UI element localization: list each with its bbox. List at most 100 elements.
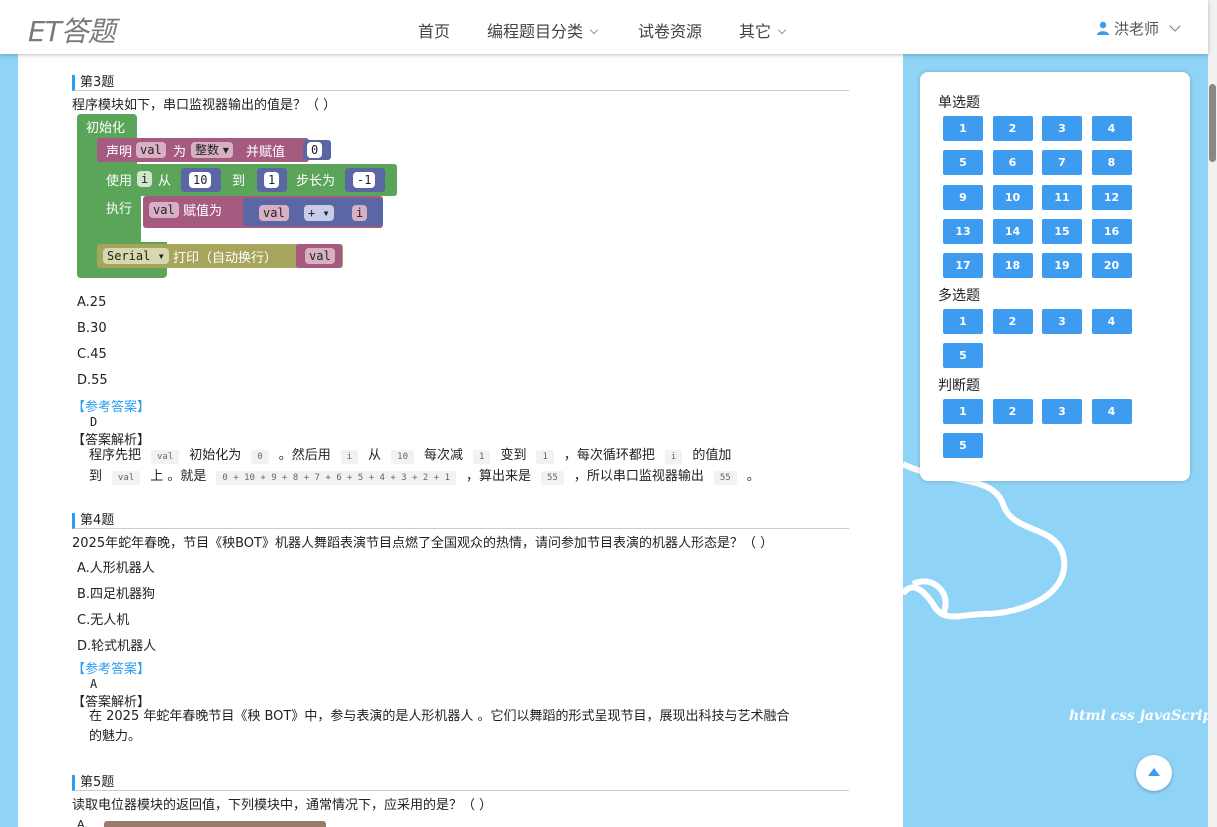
q4-explanation: 在 2025 年蛇年春晚节目《秧 BOT》中，参与表演的是人形机器人 。它们以舞…: [89, 707, 849, 747]
block-step-value: -1: [353, 172, 376, 188]
question-5-title: 第5题: [72, 775, 849, 791]
user-menu[interactable]: 洪老师: [1096, 18, 1181, 39]
block-type-select[interactable]: 整数 ▾: [191, 142, 233, 158]
block-var-val-2: val: [149, 202, 179, 218]
single-q15-button[interactable]: 15: [1042, 218, 1082, 244]
exp-text: 。: [746, 469, 760, 484]
multi-q4-button[interactable]: 4: [1091, 309, 1132, 334]
single-q13-button[interactable]: 13: [943, 218, 983, 244]
single-q2-button[interactable]: 2: [992, 116, 1033, 141]
single-q5-button[interactable]: 5: [943, 150, 983, 176]
block-assign-label: 并赋值: [246, 145, 286, 160]
single-q4-button[interactable]: 4: [1091, 116, 1132, 141]
nav-categories[interactable]: 编程题目分类: [487, 18, 599, 42]
single-q16-button[interactable]: 16: [1091, 218, 1132, 244]
block-use-label: 使用: [106, 174, 133, 189]
chevron-down-icon: [589, 25, 599, 35]
question-nav-panel: 单选题 1 2 3 4 5 6 7 8 9 10 11 12 13 14 15 16 17 18 19 20 多选题 …: [920, 72, 1190, 481]
single-q1-button[interactable]: 1: [943, 116, 983, 141]
single-q11-button[interactable]: 11: [1042, 184, 1082, 210]
single-q8-button[interactable]: 8: [1091, 150, 1132, 176]
block-var-val-3: val: [259, 205, 289, 221]
exp-code: 1: [536, 450, 554, 464]
single-q10-button[interactable]: 10: [992, 184, 1033, 210]
exp-text: 变到: [500, 448, 527, 463]
q4-answer-value: A: [90, 677, 98, 691]
block-as-label: 为: [173, 145, 187, 160]
single-q9-button[interactable]: 9: [943, 184, 983, 210]
q3-explanation: 程序先把 val 初始化为 0 。然后用 i 从 10 每次减 1 变到 1 ，每次循环都把 i 的值加 到…: [89, 445, 849, 487]
exp-code: i: [664, 450, 683, 464]
q5-option-a-block[interactable]: [104, 821, 326, 827]
question-4-stem: 2025年蛇年春晚，节目《秧BOT》机器人舞蹈表演节目点燃了全国观众的热情，请问…: [72, 536, 774, 551]
q4-option-d[interactable]: D.轮式机器人: [77, 635, 156, 654]
multi-choice-title: 多选题: [938, 288, 980, 304]
single-q17-button[interactable]: 17: [943, 253, 983, 279]
exp-text: 程序先把: [89, 448, 142, 463]
single-q20-button[interactable]: 20: [1091, 253, 1132, 279]
nav-home-label: 首页: [418, 22, 451, 41]
nav-home[interactable]: 首页: [418, 18, 450, 42]
q4-option-c[interactable]: C.无人机: [77, 609, 129, 628]
q3-answer-value: D: [90, 415, 98, 429]
multi-q5-button[interactable]: 5: [943, 343, 983, 369]
user-name: 洪老师: [1114, 20, 1160, 38]
chevron-down-icon: [1169, 20, 1181, 32]
block-op-label: +: [308, 206, 316, 220]
exp-line: 的魅力。: [89, 729, 142, 744]
single-q14-button[interactable]: 14: [992, 218, 1033, 244]
block-var-val-4: val: [305, 248, 335, 264]
page-scrollbar[interactable]: [1208, 0, 1217, 827]
block-init-label: 初始化: [86, 121, 126, 136]
judge-q4-button[interactable]: 4: [1091, 399, 1132, 424]
q3-option-d[interactable]: D.55: [77, 373, 108, 388]
exp-text: 到: [89, 469, 103, 484]
single-q19-button[interactable]: 19: [1042, 253, 1082, 279]
exp-text: 。然后用: [278, 448, 331, 463]
multi-q2-button[interactable]: 2: [992, 309, 1033, 334]
nav-other[interactable]: 其它: [739, 18, 787, 42]
q3-option-a[interactable]: A.25: [77, 295, 106, 310]
question-5-stem: 读取电位器模块的返回值，下列模块中，通常情况下，应采用的是？（ ）: [72, 798, 493, 813]
chevron-down-icon: [777, 25, 787, 35]
judge-q1-button[interactable]: 1: [943, 399, 983, 424]
single-q7-button[interactable]: 7: [1042, 150, 1082, 176]
single-choice-title: 单选题: [938, 95, 980, 111]
exp-code: 0: [251, 450, 269, 464]
exp-text: ，所以串口监视器输出: [573, 469, 704, 484]
exp-code: 10: [391, 450, 415, 464]
block-op-select[interactable]: + ▾: [304, 205, 334, 221]
q4-option-b[interactable]: B.四足机器狗: [77, 583, 155, 602]
single-q6-button[interactable]: 6: [992, 150, 1033, 176]
back-to-top-button[interactable]: [1136, 755, 1172, 791]
q5-option-a[interactable]: A.: [77, 818, 88, 827]
single-q18-button[interactable]: 18: [992, 253, 1033, 279]
multi-q3-button[interactable]: 3: [1042, 309, 1082, 334]
site-logo[interactable]: ET答题: [28, 10, 116, 50]
judge-q2-button[interactable]: 2: [992, 399, 1033, 424]
nav-papers[interactable]: 试卷资源: [638, 18, 702, 42]
block-print-label: 打印（自动换行）: [173, 251, 278, 266]
exp-text: 从: [368, 448, 382, 463]
block-serial-select[interactable]: Serial ▾: [103, 248, 169, 264]
question-list: 第3题 程序模块如下，串口监视器输出的值是？（ ） 初始化 声明 val 为 整…: [18, 54, 903, 827]
q4-answer-label: 【参考答案】: [72, 662, 151, 677]
q4-option-a[interactable]: A.人形机器人: [77, 557, 155, 576]
block-from-value: 10: [189, 172, 212, 188]
question-3-stem: 程序模块如下，串口监视器输出的值是？（ ）: [72, 98, 337, 113]
multi-q1-button[interactable]: 1: [943, 309, 983, 334]
judge-q3-button[interactable]: 3: [1042, 399, 1082, 424]
q3-option-c[interactable]: C.45: [77, 347, 107, 362]
nav-other-label: 其它: [739, 22, 772, 41]
single-q3-button[interactable]: 3: [1042, 116, 1082, 141]
scrollbar-thumb[interactable]: [1209, 84, 1216, 162]
nav-papers-label: 试卷资源: [638, 22, 703, 41]
judge-q5-button[interactable]: 5: [943, 433, 983, 459]
judge-title: 判断题: [938, 378, 980, 394]
exp-code: val: [151, 450, 180, 464]
exp-code: val: [112, 471, 141, 485]
block-var-val: val: [136, 142, 166, 158]
user-icon: [1097, 21, 1109, 35]
single-q12-button[interactable]: 12: [1091, 184, 1132, 210]
q3-option-b[interactable]: B.30: [77, 321, 107, 336]
